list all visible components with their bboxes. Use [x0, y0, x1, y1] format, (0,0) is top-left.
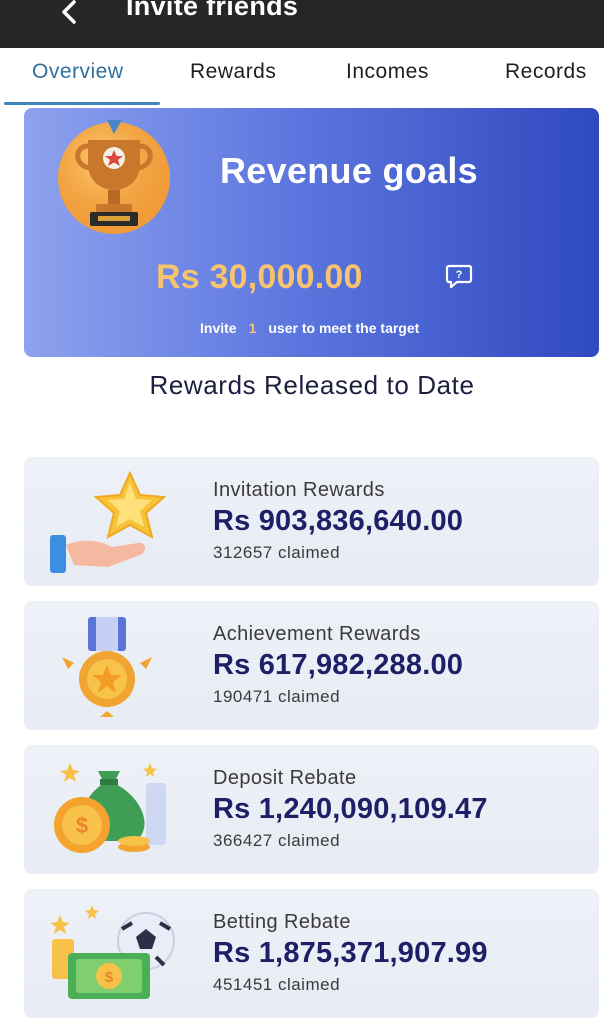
help-icon[interactable]: ? [445, 263, 473, 289]
reward-card-invitation[interactable]: Invitation Rewards Rs 903,836,640.00 312… [24, 457, 599, 586]
invite-prefix: Invite [200, 320, 237, 336]
medal-icon [62, 617, 152, 717]
reward-card-betting[interactable]: $ Betting Rebate Rs 1,875,371,907.99 451… [24, 889, 599, 1018]
card-label: Deposit Rebate [213, 767, 357, 789]
tab-overview[interactable]: Overview [32, 60, 124, 84]
reward-card-achievement[interactable]: Achievement Rewards Rs 617,982,288.00 19… [24, 601, 599, 730]
section-title: Rewards Released to Date [149, 370, 475, 400]
trophy-icon [58, 120, 170, 234]
card-claimed-count: 312657 claimed [213, 543, 341, 562]
card-label: Invitation Rewards [213, 479, 385, 501]
top-bar: Invite friends [0, 0, 604, 48]
card-value: Rs 903,836,640.00 [213, 505, 464, 537]
page-title: Invite friends [126, 0, 299, 21]
tab-rewards[interactable]: Rewards [190, 60, 276, 84]
back-button[interactable] [52, 0, 92, 34]
chevron-left-icon [62, 0, 76, 24]
active-tab-indicator [4, 102, 160, 105]
card-claimed-count: 190471 claimed [213, 687, 341, 706]
card-claimed-count: 366427 claimed [213, 831, 341, 850]
card-claimed-count: 451451 claimed [213, 975, 341, 994]
invite-count: 1 [248, 320, 257, 336]
invite-target-text: Invite 1 user to meet the target [200, 320, 419, 336]
svg-text:$: $ [76, 813, 88, 838]
money-bag-icon: $ [54, 763, 166, 853]
tab-incomes[interactable]: Incomes [346, 60, 429, 84]
reward-card-deposit[interactable]: $ Deposit Rebate Rs 1,240,090,109.47 366… [24, 745, 599, 874]
svg-text:$: $ [105, 969, 114, 986]
tab-records[interactable]: Records [505, 60, 587, 84]
card-value: Rs 1,240,090,109.47 [213, 793, 488, 825]
tab-bar: Overview Rewards Incomes Records [0, 48, 604, 106]
ball-cash-icon: $ [50, 905, 175, 999]
card-label: Betting Rebate [213, 911, 351, 933]
banner-title: Revenue goals [220, 150, 478, 191]
invite-suffix: user to meet the target [268, 320, 420, 336]
svg-text:?: ? [456, 269, 463, 281]
hand-star-icon [50, 470, 167, 573]
card-label: Achievement Rewards [213, 623, 421, 645]
card-value: Rs 1,875,371,907.99 [213, 937, 488, 969]
card-value: Rs 617,982,288.00 [213, 649, 464, 681]
goal-amount: Rs 30,000.00 [156, 258, 363, 296]
revenue-goals-banner: Revenue goals Rs 30,000.00 ? Invite 1 user… [24, 108, 599, 357]
